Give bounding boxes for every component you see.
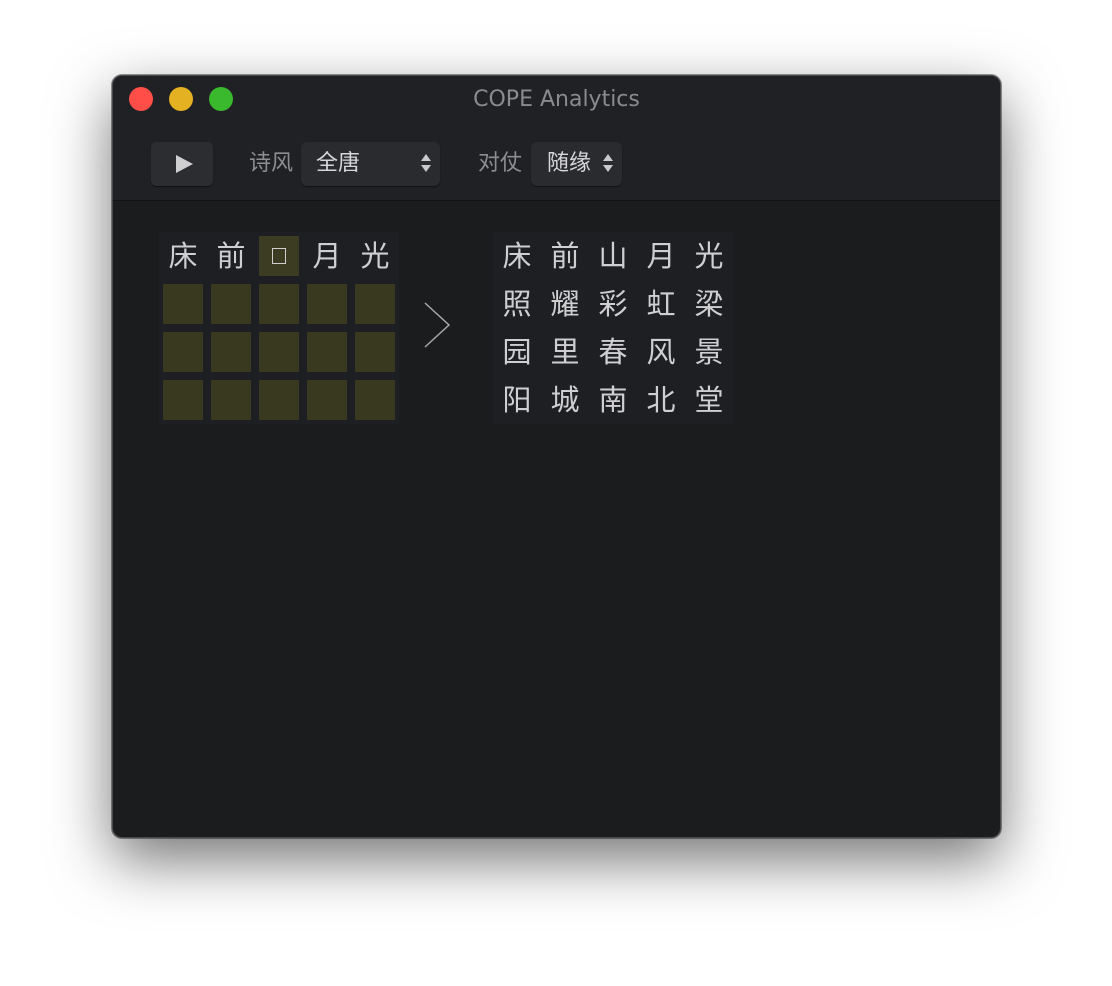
- input-cell[interactable]: 月: [307, 236, 347, 276]
- window-title: COPE Analytics: [473, 87, 640, 112]
- output-cell: 北: [646, 383, 676, 417]
- input-cell[interactable]: [259, 284, 299, 324]
- input-cell[interactable]: [259, 332, 299, 372]
- input-cell[interactable]: 前: [211, 236, 251, 276]
- output-cell: 堂: [694, 383, 724, 417]
- output-cell: 景: [694, 335, 724, 369]
- output-cell: 阳: [502, 383, 532, 417]
- output-cell: 风: [646, 335, 676, 369]
- input-cell[interactable]: [307, 284, 347, 324]
- pairing-select-value: 随缘: [547, 151, 592, 176]
- input-cell[interactable]: [259, 380, 299, 420]
- input-cell[interactable]: [163, 284, 203, 324]
- title-bar: COPE Analytics 诗风 全唐 对仗 随缘: [113, 76, 1000, 201]
- input-cell[interactable]: [355, 380, 395, 420]
- input-cell[interactable]: [163, 380, 203, 420]
- input-grid: 床 前 月 光: [159, 232, 399, 424]
- play-icon: [175, 155, 193, 173]
- output-cell: 山: [598, 239, 628, 273]
- app-window: COPE Analytics 诗风 全唐 对仗 随缘 床 前 月 光 床 前 山…: [112, 75, 1001, 838]
- text-cursor-box-icon: [272, 248, 286, 264]
- pairing-label: 对仗: [478, 151, 523, 176]
- chevron-right-icon: [424, 302, 451, 348]
- output-cell: 里: [550, 335, 580, 369]
- updown-arrows-icon: [421, 154, 431, 172]
- input-cell[interactable]: [163, 332, 203, 372]
- input-cell[interactable]: [211, 332, 251, 372]
- output-grid: 床 前 山 月 光 照 耀 彩 虹 梁 园 里 春 风 景 阳 城 南 北 堂: [493, 232, 733, 424]
- input-cell[interactable]: [307, 380, 347, 420]
- output-cell: 彩: [598, 287, 628, 321]
- output-cell: 虹: [646, 287, 676, 321]
- input-cell[interactable]: 床: [163, 236, 203, 276]
- style-select[interactable]: 全唐: [301, 142, 440, 186]
- input-cell-focused[interactable]: [259, 236, 299, 276]
- pairing-select[interactable]: 随缘: [531, 142, 622, 186]
- input-cell[interactable]: [355, 284, 395, 324]
- input-cell[interactable]: [211, 284, 251, 324]
- style-label: 诗风: [249, 151, 294, 176]
- output-cell: 南: [598, 383, 628, 417]
- input-cell[interactable]: [211, 380, 251, 420]
- input-cell[interactable]: 光: [355, 236, 395, 276]
- output-cell: 春: [598, 335, 628, 369]
- output-cell: 梁: [694, 287, 724, 321]
- updown-arrows-icon: [603, 154, 613, 172]
- input-cell[interactable]: [355, 332, 395, 372]
- style-select-value: 全唐: [316, 151, 361, 176]
- output-cell: 城: [550, 383, 580, 417]
- output-cell: 照: [502, 287, 532, 321]
- output-cell: 床: [502, 239, 532, 273]
- input-cell[interactable]: [307, 332, 347, 372]
- output-cell: 前: [550, 239, 580, 273]
- output-cell: 园: [502, 335, 532, 369]
- play-button[interactable]: [151, 142, 213, 186]
- output-cell: 耀: [550, 287, 580, 321]
- output-cell: 光: [694, 239, 724, 273]
- output-cell: 月: [646, 239, 676, 273]
